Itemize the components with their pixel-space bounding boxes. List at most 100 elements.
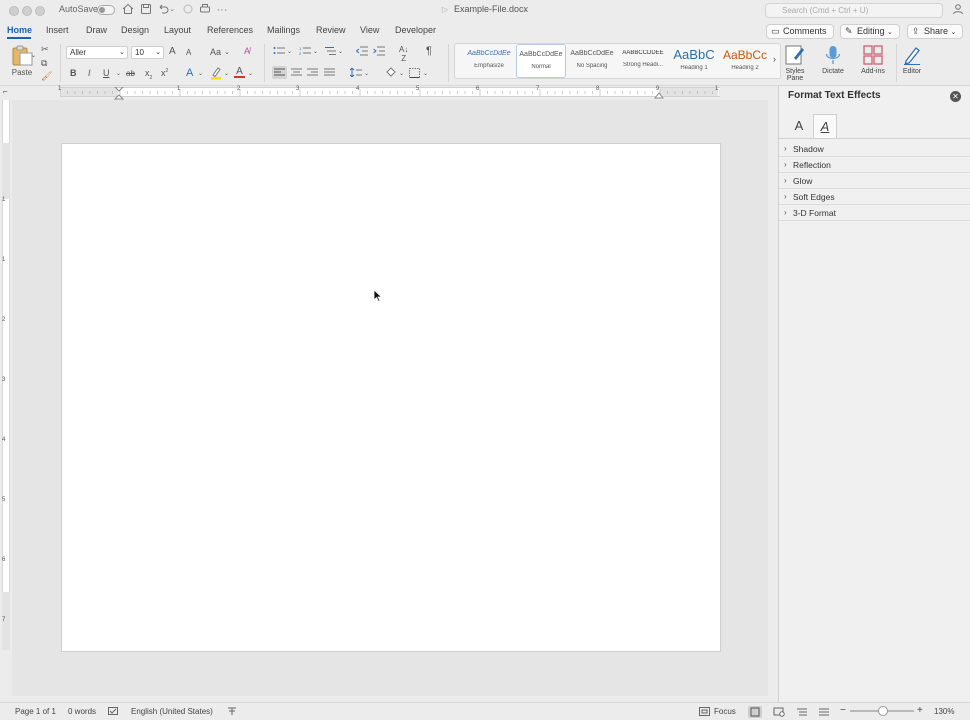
document-title[interactable]: Example-File.docx xyxy=(454,4,528,14)
sort-icon[interactable]: A↓ Z xyxy=(399,45,408,63)
shrink-font-button[interactable]: A xyxy=(186,48,191,57)
superscript-button[interactable]: x2 xyxy=(161,68,168,78)
tab-view[interactable]: View xyxy=(360,25,379,35)
focus-label[interactable]: Focus xyxy=(714,707,736,716)
paste-dropdown-icon[interactable]: ⌄ xyxy=(31,52,36,59)
tab-design[interactable]: Design xyxy=(121,25,149,35)
web-layout-view-button[interactable] xyxy=(772,706,786,718)
document-page[interactable] xyxy=(61,143,721,652)
redo-icon[interactable] xyxy=(181,3,195,17)
draft-view-button[interactable] xyxy=(817,706,831,718)
decrease-indent-icon[interactable] xyxy=(355,46,368,58)
italic-button[interactable]: I xyxy=(88,68,91,78)
highlight-button[interactable] xyxy=(210,66,222,82)
language-status[interactable]: English (United States) xyxy=(131,707,213,716)
addins-button[interactable]: Add-ins xyxy=(855,44,891,75)
section-shadow[interactable]: › Shadow xyxy=(779,141,970,157)
style-strong-heading[interactable]: AABBCCDDEE Strong Headi... xyxy=(618,44,668,78)
tab-mailings[interactable]: Mailings xyxy=(267,25,300,35)
right-indent-marker-icon[interactable] xyxy=(654,91,664,99)
tab-draw[interactable]: Draw xyxy=(86,25,107,35)
style-normal[interactable]: AaBbCcDdEe Normal xyxy=(516,44,566,78)
chevron-down-icon[interactable]: ⌄ xyxy=(338,48,343,55)
page-count[interactable]: Page 1 of 1 xyxy=(15,707,56,716)
dictate-button[interactable]: Dictate xyxy=(815,44,851,75)
print-layout-view-button[interactable] xyxy=(748,706,762,718)
section-glow[interactable]: › Glow xyxy=(779,173,970,189)
copy-icon[interactable]: ⧉ xyxy=(41,58,47,69)
strikethrough-button[interactable]: ab xyxy=(126,69,135,78)
close-pane-button[interactable]: ✕ xyxy=(950,91,961,102)
chevron-down-icon[interactable]: ⌄ xyxy=(423,70,428,77)
title-dropdown-icon[interactable]: ⌄ xyxy=(521,3,529,17)
style-heading-1[interactable]: AaBbC Heading 1 xyxy=(669,44,719,78)
grow-font-button[interactable]: A xyxy=(169,46,176,57)
chevron-down-icon[interactable]: ⌄ xyxy=(364,70,369,77)
zoom-in-button[interactable]: + xyxy=(917,705,923,716)
tab-review[interactable]: Review xyxy=(316,25,346,35)
text-effects-button[interactable]: A xyxy=(186,67,193,79)
line-spacing-icon[interactable] xyxy=(349,67,362,79)
tab-text-fill-outline[interactable]: A xyxy=(787,114,811,138)
align-right-icon[interactable] xyxy=(307,68,318,79)
shading-icon[interactable] xyxy=(385,67,397,80)
zoom-slider-knob[interactable] xyxy=(878,706,888,716)
show-formatting-icon[interactable]: ¶ xyxy=(426,45,432,57)
align-left-button[interactable] xyxy=(272,66,287,79)
change-case-button[interactable]: Aa xyxy=(210,47,221,57)
justify-icon[interactable] xyxy=(324,68,335,79)
editor-button[interactable]: Editor xyxy=(894,44,930,75)
focus-icon[interactable] xyxy=(699,707,710,718)
chevron-down-icon[interactable]: ⌄ xyxy=(224,70,229,77)
paste-button[interactable]: Paste xyxy=(8,44,36,77)
section-3d-format[interactable]: › 3-D Format xyxy=(779,205,970,221)
search-input[interactable]: Search (Cmd + Ctrl + U) xyxy=(765,3,943,18)
underline-button[interactable]: U xyxy=(103,68,110,78)
styles-pane-button[interactable]: Styles Pane xyxy=(778,44,812,82)
tab-layout[interactable]: Layout xyxy=(164,25,191,35)
cut-icon[interactable]: ✂ xyxy=(41,44,49,55)
undo-dropdown-icon[interactable]: ⌄ xyxy=(168,3,176,17)
subscript-button[interactable]: x2 xyxy=(145,68,152,81)
gallery-next-icon[interactable]: › xyxy=(773,54,776,64)
style-emphasize[interactable]: AaBbCcDdEe Emphasize xyxy=(464,44,514,78)
section-soft-edges[interactable]: › Soft Edges xyxy=(779,189,970,205)
chevron-down-icon[interactable]: ⌄ xyxy=(198,70,203,77)
bold-button[interactable]: B xyxy=(70,68,77,78)
accessibility-icon[interactable] xyxy=(227,707,237,718)
zoom-out-button[interactable]: − xyxy=(840,705,846,716)
section-reflection[interactable]: › Reflection xyxy=(779,157,970,173)
font-color-button[interactable]: A xyxy=(234,66,245,78)
editing-mode-button[interactable]: ✎ Editing ⌄ xyxy=(840,24,900,39)
font-size-select[interactable]: 10 ⌄ xyxy=(131,46,164,59)
increase-indent-icon[interactable] xyxy=(373,46,385,58)
share-profile-icon[interactable] xyxy=(951,3,965,17)
tab-developer[interactable]: Developer xyxy=(395,25,436,35)
tab-insert[interactable]: Insert xyxy=(46,25,69,35)
format-painter-icon[interactable]: 🖌 xyxy=(41,71,52,82)
proofing-icon[interactable] xyxy=(108,707,118,718)
tab-references[interactable]: References xyxy=(207,25,253,35)
font-name-select[interactable]: Aller ⌄ xyxy=(66,46,128,59)
close-window-button[interactable] xyxy=(9,6,19,16)
tab-home[interactable]: Home xyxy=(7,25,32,35)
save-icon[interactable] xyxy=(139,3,153,17)
numbering-icon[interactable]: 12 xyxy=(299,46,311,58)
autosave-toggle[interactable] xyxy=(97,5,115,15)
chevron-down-icon[interactable]: ⌄ xyxy=(116,70,121,77)
outline-view-button[interactable] xyxy=(795,706,809,718)
chevron-down-icon[interactable]: ⌄ xyxy=(248,70,253,77)
tab-text-effects[interactable]: A xyxy=(813,114,837,138)
indent-marker-icon[interactable] xyxy=(114,87,124,100)
tab-selector-icon[interactable]: ⌐ xyxy=(3,87,8,96)
comments-button[interactable]: ▭ Comments xyxy=(766,24,834,39)
bullets-icon[interactable] xyxy=(273,46,285,58)
chevron-down-icon[interactable]: ⌄ xyxy=(399,70,404,77)
more-icon[interactable]: ··· xyxy=(215,3,229,17)
chevron-down-icon[interactable]: ⌄ xyxy=(313,48,318,55)
share-button[interactable]: ⇪ Share ⌄ xyxy=(907,24,963,39)
clear-formatting-icon[interactable]: A̸ xyxy=(244,46,250,56)
borders-icon[interactable] xyxy=(409,68,420,80)
word-count[interactable]: 0 words xyxy=(68,707,96,716)
style-no-spacing[interactable]: AaBbCcDdEe No Spacing xyxy=(567,44,617,78)
